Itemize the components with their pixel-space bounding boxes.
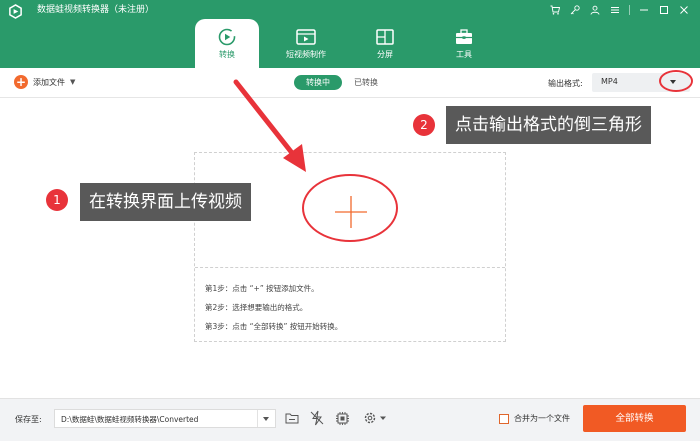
merge-into-one-file-checkbox[interactable]: 合并为一个文件 — [499, 413, 570, 424]
tab-convert-label: 转换 — [219, 50, 235, 59]
annotation-badge-2: 2 — [413, 114, 435, 136]
tab-split-screen-label: 分屏 — [377, 50, 393, 59]
chevron-down-icon[interactable]: ▼ — [70, 78, 75, 86]
toolbar: + 添加文件 ▼ 转换中 已转换 输出格式: MP4 — [0, 68, 700, 98]
window-controls-divider — [629, 5, 630, 15]
tab-short-video-label: 短视频制作 — [286, 50, 326, 59]
conversion-status-switch: 转换中 已转换 — [294, 75, 390, 90]
output-format-label: 输出格式: — [548, 79, 583, 88]
footer-bar: 保存至: D:\数据蛙\数据蛙视频转换器\Converted 合并为一个文件 全… — [0, 398, 700, 441]
split-screen-icon — [376, 28, 394, 46]
window-controls — [545, 2, 694, 18]
save-path-select[interactable]: D:\数据蛙\数据蛙视频转换器\Converted — [54, 409, 276, 428]
annotation-label-2: 点击输出格式的倒三角形 — [446, 106, 651, 144]
step-1: 第1步：点击 “+” 按钮添加文件。 — [205, 284, 319, 293]
save-path-value: D:\数据蛙\数据蛙视频转换器\Converted — [61, 415, 199, 424]
maximize-icon[interactable] — [654, 2, 674, 18]
annotation-label-1: 在转换界面上传视频 — [80, 183, 251, 221]
instruction-steps: 第1步：点击 “+” 按钮添加文件。 第2步：选择想要输出的格式。 第3步：点击… — [205, 279, 342, 336]
convert-icon — [218, 28, 236, 46]
add-file-button[interactable]: + 添加文件 ▼ — [14, 75, 75, 89]
minimize-icon[interactable] — [634, 2, 654, 18]
annotation-badge-1: 1 — [46, 189, 68, 211]
cart-icon[interactable] — [545, 2, 565, 18]
title-bar: 数据蛙视频转换器（未注册） 转换 短视频制作 分屏 工具 — [0, 0, 700, 68]
short-video-icon — [296, 28, 316, 46]
app-logo — [9, 4, 22, 19]
step-2: 第2步：选择想要输出的格式。 — [205, 303, 308, 312]
output-format-value: MP4 — [601, 77, 618, 86]
close-icon[interactable] — [674, 2, 694, 18]
merge-label: 合并为一个文件 — [514, 414, 570, 423]
app-title: 数据蛙视频转换器（未注册） — [37, 5, 155, 15]
tab-converted[interactable]: 已转换 — [342, 75, 390, 90]
drop-zone-divider — [195, 267, 505, 268]
hardware-acceleration-off-icon[interactable] — [309, 410, 325, 426]
add-icon: + — [14, 75, 28, 89]
main-tabs: 转换 短视频制作 分屏 工具 — [195, 19, 511, 68]
gpu-acceleration-icon[interactable] — [334, 410, 350, 426]
chevron-down-icon[interactable] — [257, 410, 275, 427]
step-3: 第3步：点击 “全部转换” 按钮开始转换。 — [205, 322, 343, 331]
highlight-circle-format — [659, 70, 693, 92]
user-icon[interactable] — [585, 2, 605, 18]
tab-short-video[interactable]: 短视频制作 — [274, 19, 338, 68]
tab-tools[interactable]: 工具 — [432, 19, 496, 68]
add-file-label: 添加文件 — [33, 77, 65, 87]
tab-converting[interactable]: 转换中 — [294, 75, 342, 90]
tab-convert[interactable]: 转换 — [195, 19, 259, 68]
key-icon[interactable] — [565, 2, 585, 18]
tab-split-screen[interactable]: 分屏 — [353, 19, 417, 68]
convert-all-button[interactable]: 全部转换 — [583, 405, 686, 432]
settings-gear-icon[interactable] — [362, 410, 390, 426]
open-folder-icon[interactable] — [284, 410, 300, 426]
save-to-label: 保存至: — [15, 415, 42, 424]
tab-tools-label: 工具 — [456, 50, 472, 59]
menu-icon[interactable] — [605, 2, 625, 18]
highlight-circle-upload — [302, 174, 398, 242]
checkbox-box[interactable] — [499, 413, 509, 424]
toolbox-icon — [455, 28, 473, 46]
